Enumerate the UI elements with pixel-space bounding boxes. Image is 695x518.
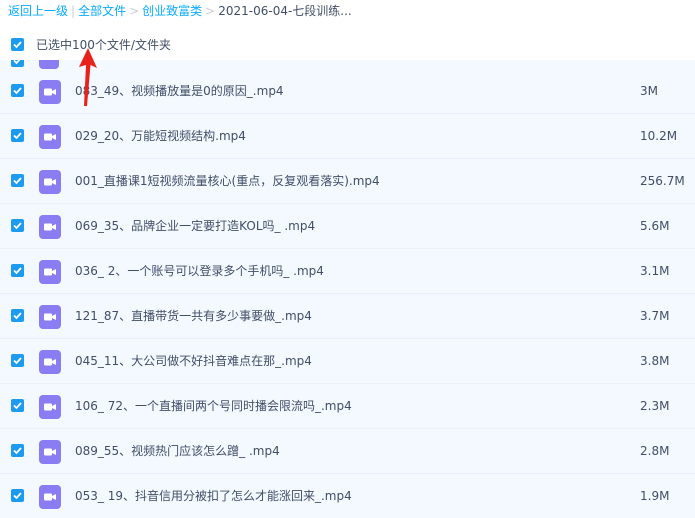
video-file-icon [39,80,61,104]
file-size: 3.7M [640,309,670,323]
row-checkbox[interactable] [11,174,24,187]
table-row[interactable]: 069_35、品牌企业一定要打造KOL吗_ .mp4 5.6M [0,204,695,249]
breadcrumb-divider: | [71,4,76,18]
row-checkbox[interactable] [11,264,24,277]
row-checkbox[interactable] [11,444,24,457]
breadcrumb: 返回上一级 | 全部文件 > 创业致富类 >2021-06-04-七段训练... [0,0,695,24]
row-checkbox[interactable] [11,60,24,67]
breadcrumb-folder[interactable]: 创业致富类 [142,0,202,22]
file-name[interactable]: 083_49、视频播放量是0的原因_.mp4 [75,69,284,113]
file-size: 10.2M [640,129,678,143]
table-row[interactable]: 045_11、大公司做不好抖音难点在那_.mp4 3.8M [0,339,695,384]
video-file-icon [39,60,59,69]
back-link[interactable]: 返回上一级 [8,0,68,22]
table-row[interactable]: 121_87、直播带货一共有多少事要做_.mp4 3.7M [0,294,695,339]
file-name[interactable]: 053_ 19、抖音信用分被扣了怎么才能涨回来_.mp4 [75,474,352,518]
row-checkbox[interactable] [11,309,24,322]
breadcrumb-current: 2021-06-04-七段训练... [218,4,352,18]
file-name[interactable]: 089_55、视频热门应该怎么蹭_ .mp4 [75,429,280,473]
video-file-icon [39,125,61,149]
file-name[interactable]: 045_11、大公司做不好抖音难点在那_.mp4 [75,339,312,383]
video-file-icon [39,260,61,284]
list-item[interactable] [0,60,695,69]
video-file-icon [39,485,61,509]
file-name[interactable]: 106_ 72、一个直播间两个号同时播会限流吗_.mp4 [75,384,352,428]
file-size: 256.7M [640,174,685,188]
table-row[interactable]: 106_ 72、一个直播间两个号同时播会限流吗_.mp4 2.3M [0,384,695,429]
video-file-icon [39,395,61,419]
file-size: 3M [640,84,658,98]
file-size: 2.8M [640,444,670,458]
row-checkbox[interactable] [11,489,24,502]
file-size: 2.3M [640,399,670,413]
row-checkbox[interactable] [11,129,24,142]
file-size: 1.9M [640,489,670,503]
file-name[interactable]: 029_20、万能短视频结构.mp4 [75,114,246,158]
row-checkbox[interactable] [11,399,24,412]
chevron-right-icon: > [205,4,216,18]
table-row[interactable]: 083_49、视频播放量是0的原因_.mp4 3M [0,69,695,114]
selection-bar: 已选中100个文件/文件夹 [0,32,695,58]
table-row[interactable]: 053_ 19、抖音信用分被扣了怎么才能涨回来_.mp4 1.9M [0,474,695,518]
video-file-icon [39,170,61,194]
file-name[interactable]: 036_ 2、一个账号可以登录多个手机吗_ .mp4 [75,249,324,293]
file-name[interactable]: 001_直播课1短视频流量核心(重点，反复观看落实).mp4 [75,159,380,203]
selection-count: 已选中100个文件/文件夹 [36,38,171,52]
table-row[interactable]: 036_ 2、一个账号可以登录多个手机吗_ .mp4 3.1M [0,249,695,294]
table-row[interactable]: 089_55、视频热门应该怎么蹭_ .mp4 2.8M [0,429,695,474]
chevron-right-icon: > [129,4,140,18]
file-size: 5.6M [640,219,670,233]
row-checkbox[interactable] [11,84,24,97]
file-size: 3.8M [640,354,670,368]
video-file-icon [39,305,61,329]
arrow-annotation-icon [79,48,97,106]
video-file-icon [39,350,61,374]
file-list: 083_49、视频播放量是0的原因_.mp4 3M 029_20、万能短视频结构.m… [0,60,695,518]
table-row[interactable]: 001_直播课1短视频流量核心(重点，反复观看落实).mp4 256.7M [0,159,695,204]
file-name[interactable]: 121_87、直播带货一共有多少事要做_.mp4 [75,294,312,338]
file-name[interactable]: 069_35、品牌企业一定要打造KOL吗_ .mp4 [75,204,315,248]
video-file-icon [39,215,61,239]
breadcrumb-all-files[interactable]: 全部文件 [78,0,126,22]
row-checkbox[interactable] [11,354,24,367]
video-file-icon [39,440,61,464]
select-all-checkbox[interactable] [11,38,24,51]
table-row[interactable]: 029_20、万能短视频结构.mp4 10.2M [0,114,695,159]
row-checkbox[interactable] [11,219,24,232]
file-size: 3.1M [640,264,670,278]
